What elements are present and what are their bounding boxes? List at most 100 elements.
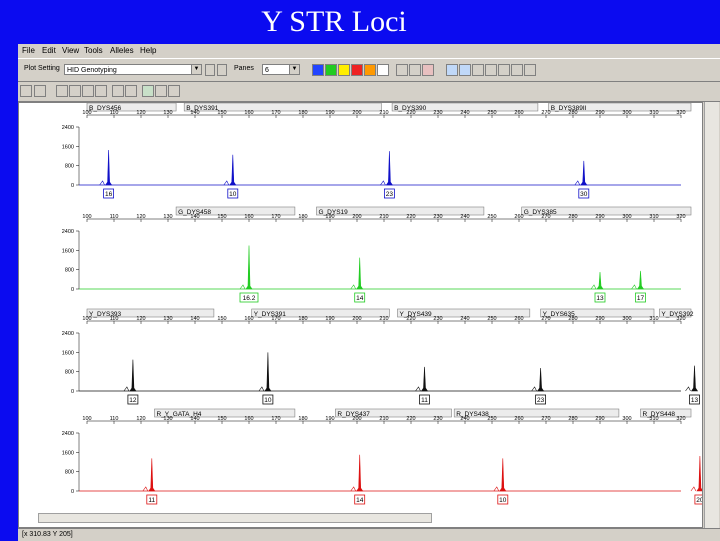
sizing-icon[interactable] [409, 64, 421, 76]
panes-select[interactable]: 6 ▼ [262, 64, 300, 75]
report-icon[interactable] [155, 85, 167, 97]
x-tick-label: 220 [406, 214, 415, 220]
arrow-up-icon[interactable] [20, 85, 32, 97]
peak-icon[interactable] [422, 64, 434, 76]
y-tick-label: 2400 [62, 331, 74, 337]
zoom-out-icon[interactable] [125, 85, 137, 97]
trace-peak [420, 366, 429, 392]
x-tick-label: 220 [406, 416, 415, 422]
x-tick-label: 230 [433, 214, 442, 220]
x-tick-label: 200 [352, 416, 361, 422]
all-dyes-button[interactable] [377, 64, 389, 76]
x-tick-label: 210 [379, 416, 388, 422]
bins-icon[interactable] [524, 64, 536, 76]
plot-setting-select[interactable]: HID Genotyping ▼ [64, 64, 202, 75]
yellow-dye-button[interactable] [338, 64, 350, 76]
x-tick-label: 200 [352, 316, 361, 322]
allele-label: 17 [637, 295, 645, 302]
stack-icon[interactable] [472, 64, 484, 76]
zoom-chart-icon[interactable] [459, 64, 471, 76]
x-tick-label: 210 [379, 214, 388, 220]
plot-settings-apply-button[interactable] [217, 64, 227, 76]
x-tick-label: 260 [514, 416, 523, 422]
stutter-peak [493, 486, 500, 492]
main-toolbar: Plot Setting HID Genotyping ▼ Panes 6 ▼ [18, 58, 720, 82]
x-tick-label: 280 [568, 214, 577, 220]
x-tick-label: 220 [406, 316, 415, 322]
separate-icon[interactable] [69, 85, 81, 97]
menu-file[interactable]: File [22, 46, 35, 55]
red-dye-button[interactable] [351, 64, 363, 76]
x-tick-label: 280 [568, 416, 577, 422]
plot-settings-edit-button[interactable] [205, 64, 215, 76]
genemapper-window: File Edit View Tools Alleles Help Plot S… [18, 44, 720, 541]
y-tick-label: 2400 [62, 125, 74, 131]
menu-help[interactable]: Help [140, 46, 156, 55]
trace-peak [537, 368, 545, 392]
x-tick-label: 240 [460, 416, 469, 422]
x-tick-label: 140 [190, 214, 199, 220]
arrow-down-icon[interactable] [34, 85, 46, 97]
menu-edit[interactable]: Edit [42, 46, 56, 55]
x-tick-label: 310 [649, 316, 658, 322]
x-tick-label: 190 [325, 110, 334, 116]
x-tick-label: 120 [136, 214, 145, 220]
y-tick-label: 800 [65, 164, 74, 170]
allele-label: 23 [386, 191, 394, 198]
panes-value: 6 [265, 67, 269, 74]
menu-bar: File Edit View Tools Alleles Help [18, 44, 720, 58]
x-tick-label: 210 [379, 316, 388, 322]
chart-icon[interactable] [446, 64, 458, 76]
print-icon[interactable] [168, 85, 180, 97]
peaks-icon[interactable] [82, 85, 94, 97]
list-icon[interactable] [485, 64, 497, 76]
y-tick-label: 0 [71, 183, 74, 189]
stutter-peak [350, 486, 356, 492]
x-tick-label: 190 [325, 214, 334, 220]
trace-peak [696, 455, 704, 492]
allele-label: 10 [229, 191, 237, 198]
allele-label: 13 [596, 295, 604, 302]
stutter-peak [99, 180, 105, 186]
grid-icon[interactable] [498, 64, 510, 76]
x-tick-label: 260 [514, 316, 523, 322]
x-tick-label: 170 [271, 316, 280, 322]
x-tick-label: 290 [595, 416, 604, 422]
allele-label: 10 [264, 397, 272, 404]
y-tick-label: 800 [65, 470, 74, 476]
x-tick-label: 280 [568, 110, 577, 116]
orange-dye-button[interactable] [364, 64, 376, 76]
trace-peak [129, 359, 137, 392]
sizing-table-icon[interactable] [142, 85, 154, 97]
trace-peak [264, 352, 272, 392]
x-tick-label: 220 [406, 110, 415, 116]
overlay-icon[interactable] [56, 85, 68, 97]
allele-label: 23 [537, 397, 545, 404]
x-tick-label: 150 [217, 316, 226, 322]
allele-label: 16.2 [243, 295, 256, 302]
y-tick-label: 1600 [62, 144, 74, 150]
x-tick-label: 180 [298, 214, 307, 220]
zoom-in-icon[interactable] [112, 85, 124, 97]
plot-setting-label: Plot Setting [24, 65, 60, 72]
table-icon[interactable] [396, 64, 408, 76]
ruler-icon[interactable] [511, 64, 523, 76]
green-dye-button[interactable] [325, 64, 337, 76]
y-tick-label: 2400 [62, 431, 74, 437]
trace-peak [690, 365, 699, 392]
x-tick-label: 200 [352, 110, 361, 116]
stutter-peak [239, 284, 246, 290]
x-tick-label: 140 [190, 416, 199, 422]
blue-dye-button[interactable] [312, 64, 324, 76]
x-tick-label: 130 [163, 416, 172, 422]
allele-label: 30 [580, 191, 588, 198]
x-tick-label: 320 [676, 416, 685, 422]
menu-tools[interactable]: Tools [84, 46, 103, 55]
labels-icon[interactable] [95, 85, 107, 97]
menu-alleles[interactable]: Alleles [110, 46, 134, 55]
horizontal-scrollbar[interactable] [38, 513, 432, 523]
trace-peak [245, 245, 253, 290]
vertical-scrollbar[interactable] [704, 102, 719, 528]
menu-view[interactable]: View [62, 46, 79, 55]
x-tick-label: 300 [622, 110, 631, 116]
